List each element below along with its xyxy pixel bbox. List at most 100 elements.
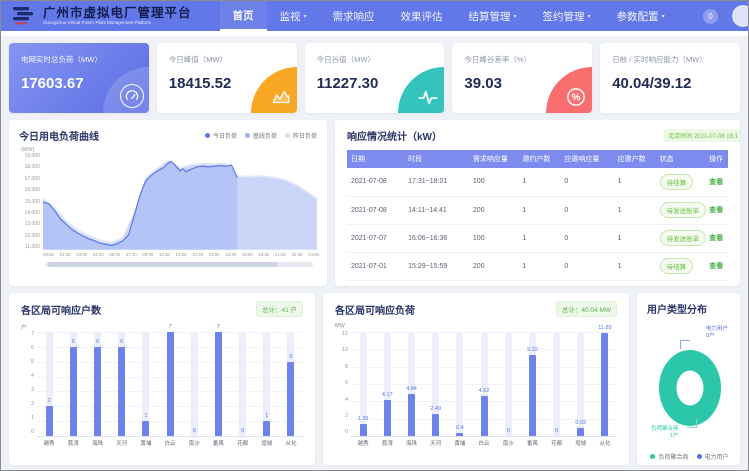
load-curve-panel: 今日用电负荷曲线 今日负荷基线负荷昨日负荷 (MW) 19,00018,0001… xyxy=(9,120,327,286)
scrollbar-thumb[interactable] xyxy=(48,262,278,267)
table-cell: 17:31~18:01 xyxy=(404,168,469,196)
bar-chart-main: 1.394.174.842.490.44.6209.3200.9211.89 越秀… xyxy=(351,323,617,447)
legend-item[interactable]: 今日负荷 xyxy=(205,131,237,140)
view-link[interactable]: 查看 xyxy=(709,179,723,186)
legend-dot xyxy=(245,133,250,138)
bar-增城: 0.92 xyxy=(569,332,593,436)
x-tick: 海珠 xyxy=(399,439,423,447)
bar-value-label: 0.92 xyxy=(569,420,593,426)
main-nav: 首页监视▾需求响应效果评估结算管理▾签约管理▾参数配置▾ xyxy=(220,1,678,31)
legend-item[interactable]: 基线负荷 xyxy=(245,131,277,140)
nav-item-2[interactable]: 需求响应 xyxy=(320,1,388,31)
users-by-district-title: 各区局可响应户数 xyxy=(21,302,101,317)
y-tick: 15,000 xyxy=(25,200,40,205)
user-avatar[interactable] xyxy=(732,5,749,27)
bar-花都: 0 xyxy=(545,332,569,436)
x-tick: 越秀 xyxy=(351,439,375,447)
kpi-value: 40.04/39.12 xyxy=(612,75,728,92)
x-tick: 10:30 xyxy=(159,252,170,257)
table-cell: 2021-07-08 xyxy=(347,196,404,224)
view-link[interactable]: 查看 xyxy=(709,263,723,270)
bar-chart-axis: 户76543210 xyxy=(21,323,37,447)
table-header-cell: 时段 xyxy=(404,150,469,168)
nav-item-label: 首页 xyxy=(233,8,254,23)
x-tick: 04:30 xyxy=(93,252,104,257)
table-cell: 1 xyxy=(518,196,560,224)
x-tick: 16:30 xyxy=(225,252,236,257)
app-window: 广州市虚拟电厂管理平台 Guangzhou Virtual Power Plan… xyxy=(0,0,749,471)
bar-从化: 11.89 xyxy=(593,332,617,436)
bar-fill xyxy=(432,414,439,436)
kpi-row: 电网实时总负荷（MW） 17603.67 今日峰值（MW） 18415.52 xyxy=(9,43,740,113)
status-badge: 待发送账单 xyxy=(660,202,707,218)
bar-番禺: 9.32 xyxy=(520,332,544,436)
x-tick: 黄埔 xyxy=(134,439,158,447)
nav-item-5[interactable]: 签约管理▾ xyxy=(530,1,604,31)
nav-item-label: 监视 xyxy=(280,9,301,24)
bar-value-label: 7 xyxy=(206,324,230,330)
nav-item-4[interactable]: 结算管理▾ xyxy=(456,1,530,31)
x-tick: 18:00 xyxy=(242,252,253,257)
x-tick: 南沙 xyxy=(182,439,206,447)
bar-chart-main: 26661707015越秀荔湾海珠天河黄埔白云南沙番禺花都增城从化 xyxy=(37,323,303,447)
table-row: 2021-07-0716:06~16:36100101待发送账单查看 xyxy=(347,224,728,252)
view-link[interactable]: 查看 xyxy=(709,235,723,242)
x-tick: 15:00 xyxy=(209,252,220,257)
table-cell: 1 xyxy=(518,168,560,196)
table-row: 2021-07-0814:11~14:41200101待发送账单查看 xyxy=(347,196,728,224)
bar-value-label: 1 xyxy=(134,413,158,419)
table-cell: 2021-07-07 xyxy=(347,224,404,252)
bar-chart-plot: 26661707015 xyxy=(37,332,303,436)
status-badge: 待发送账单 xyxy=(660,230,707,246)
nav-item-3[interactable]: 效果评估 xyxy=(388,1,456,31)
table-cell: 14:11~14:41 xyxy=(404,196,469,224)
table-cell: 查看 xyxy=(705,224,728,252)
nav-item-6[interactable]: 参数配置▾ xyxy=(604,1,678,31)
legend-dot xyxy=(205,133,210,138)
legend-item[interactable]: 电力用户 xyxy=(697,452,729,461)
response-table: 日期时段需求响应量邀约户数应邀响应量应邀户数状态操作 2021-07-0817:… xyxy=(347,150,728,281)
bar-chart-plot: 1.394.174.842.490.44.6209.3200.9211.89 xyxy=(351,332,617,436)
table-header-cell: 状态 xyxy=(656,150,706,168)
kpi-label: 今日峰值（MW） xyxy=(169,54,285,65)
x-tick: 天河 xyxy=(110,439,134,447)
x-tick: 白云 xyxy=(472,439,496,447)
bar-value-label: 11.89 xyxy=(593,325,617,331)
top-navbar: 广州市虚拟电厂管理平台 Guangzhou Virtual Power Plan… xyxy=(1,1,748,31)
user-types-panel: 用户类型分布 电力用户 0户 负荷聚合商 1户 负 xyxy=(637,293,740,465)
table-cell: 2021-07-08 xyxy=(347,168,404,196)
bar-value-label: 6 xyxy=(61,339,85,345)
bar-value-label: 7 xyxy=(158,324,182,330)
table-cell: 200 xyxy=(469,196,519,224)
response-stats-panel: 响应情况统计（kW） 北京时间 2021-07-08 18:1 日期时段需求响应… xyxy=(335,120,740,286)
legend-label: 电力用户 xyxy=(705,452,729,461)
chart-scrollbar[interactable] xyxy=(45,262,313,267)
gridline xyxy=(37,436,303,437)
user-types-legend: 负荷聚合商 电力用户 xyxy=(647,452,732,461)
table-cell: 100 xyxy=(469,224,519,252)
kpi-label: 日前 / 实时响应能力（MW） xyxy=(612,54,728,65)
legend-dot xyxy=(285,133,290,138)
bar-value-label: 4.17 xyxy=(375,392,399,398)
x-tick: 06:00 xyxy=(109,252,120,257)
bar-track xyxy=(191,332,198,436)
bar-value-label: 0.4 xyxy=(448,425,472,431)
bar-value-label: 0 xyxy=(231,428,255,434)
bar-fill xyxy=(215,332,222,436)
notification-badge[interactable]: 0 xyxy=(703,9,718,24)
table-cell: 查看 xyxy=(705,252,728,280)
kpi-label: 今日谷值（MW） xyxy=(317,54,433,65)
legend-item[interactable]: 昨日负荷 xyxy=(285,131,317,140)
y-axis-unit: (MW) xyxy=(21,147,317,153)
bar-fill xyxy=(529,355,536,436)
nav-item-0[interactable]: 首页 xyxy=(220,1,267,31)
nav-item-1[interactable]: 监视▾ xyxy=(267,1,320,31)
y-tick: 5 xyxy=(31,360,34,366)
view-link[interactable]: 查看 xyxy=(709,207,723,214)
x-tick: 12:00 xyxy=(176,252,187,257)
bar-天河: 6 xyxy=(110,332,134,436)
load-by-district-panel: 各区局可响应负荷 总计：40.04 MW MW1210864201.394.17… xyxy=(323,293,629,465)
legend-item[interactable]: 负荷聚合商 xyxy=(650,452,688,461)
legend-label: 负荷聚合商 xyxy=(658,452,688,461)
users-by-district-panel: 各区局可响应户数 总计：41 户 户7654321026661707015越秀荔… xyxy=(9,293,315,465)
